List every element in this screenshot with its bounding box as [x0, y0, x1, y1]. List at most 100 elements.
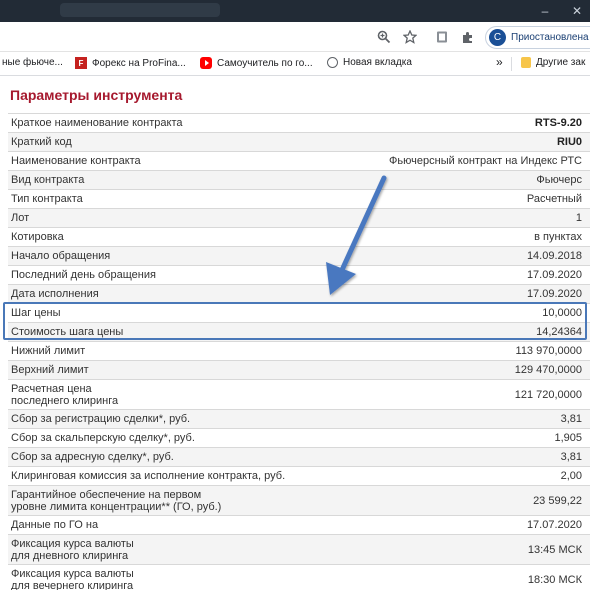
parameter-label: Наименование контракта	[11, 155, 141, 167]
bookmarks-bar: ные фьюче... F Форекс на ProFina... Само…	[0, 52, 590, 76]
parameter-label: Фиксация курса валюты для дневного клири…	[11, 537, 134, 562]
parameter-label: Краткий код	[11, 136, 72, 148]
parameter-value: 17.07.2020	[526, 519, 582, 531]
parameter-label: Фиксация курса валюты для вечернего клир…	[11, 567, 134, 590]
table-row: Краткое наименование контракта RTS-9.20	[8, 113, 590, 132]
table-row: Вид контракта Фьючерс	[8, 170, 590, 189]
extensions-icon[interactable]	[459, 28, 477, 46]
table-row: Клиринговая комиссия за исполнение контр…	[8, 466, 590, 485]
parameter-value: 121 720,0000	[514, 388, 582, 401]
table-row: Тип контракта Расчетный	[8, 189, 590, 208]
parameter-label: Данные по ГО на	[11, 519, 99, 531]
parameter-value: 13:45 МСК	[527, 543, 582, 556]
parameter-value: 1,905	[554, 432, 582, 444]
profinance-icon: F	[75, 57, 87, 69]
parameter-label: Верхний лимит	[11, 364, 89, 376]
parameter-label: Сбор за скальперскую сделку*, руб.	[11, 432, 195, 444]
parameters-table: Краткое наименование контракта RTS-9.20 Кр…	[8, 113, 590, 590]
parameter-value: RIU0	[556, 136, 582, 148]
parameter-value: 129 470,0000	[514, 364, 582, 376]
table-row: Дата исполнения 17.09.2020	[8, 284, 590, 303]
parameter-label: Вид контракта	[11, 174, 85, 186]
bookmark-label: Форекс на ProFina...	[92, 57, 186, 69]
parameter-label: Сбор за адресную сделку*, руб.	[11, 451, 174, 463]
table-row: Шаг цены 10,0000	[8, 303, 590, 322]
browser-toolbar: С Приостановлена	[0, 22, 590, 52]
parameter-label: Краткое наименование контракта	[11, 117, 183, 129]
table-row: Гарантийное обеспечение на первом уровне…	[8, 485, 590, 515]
parameter-value: 14,24364	[536, 326, 582, 338]
parameter-value: 3,81	[560, 451, 582, 463]
table-row: Данные по ГО на 17.07.2020	[8, 515, 590, 534]
parameter-label: Котировка	[11, 231, 64, 243]
parameter-value: 2,00	[560, 470, 582, 482]
bookmark-label: Самоучитель по го...	[217, 57, 313, 69]
parameter-label: Тип контракта	[11, 193, 83, 205]
blurred-tab-area	[60, 3, 220, 17]
table-row: Фиксация курса валюты для вечернего клир…	[8, 564, 590, 590]
table-row: Стоимость шага цены 14,24364	[8, 322, 590, 341]
parameter-value: 10,0000	[542, 307, 582, 319]
page-title: Параметры инструмента	[10, 87, 183, 103]
table-row: Расчетная цена последнего клиринга 121 72…	[8, 379, 590, 409]
divider	[511, 57, 512, 71]
bookmarks-more-button[interactable]: »	[496, 55, 503, 69]
parameter-label: Клиринговая комиссия за исполнение контр…	[11, 470, 286, 482]
parameter-value: 17.09.2020	[526, 288, 582, 300]
parameter-value: RTS-9.20	[534, 117, 582, 129]
bookmark-label: Новая вкладка	[343, 57, 412, 68]
zoom-icon[interactable]	[375, 28, 393, 46]
table-row: Нижний лимит 113 970,0000	[8, 341, 590, 360]
parameter-label: Стоимость шага цены	[11, 326, 124, 338]
parameter-value: 23 599,22	[533, 494, 582, 507]
table-row: Сбор за регистрацию сделки*, руб. 3,81	[8, 409, 590, 428]
minimize-button[interactable]: –	[530, 0, 560, 22]
globe-icon	[327, 57, 338, 68]
avatar: С	[489, 29, 506, 46]
parameter-label: Шаг цены	[11, 307, 61, 319]
parameter-value: Фьючерс	[536, 174, 582, 186]
reading-list-icon[interactable]	[433, 28, 451, 46]
table-row: Верхний лимит 129 470,0000	[8, 360, 590, 379]
table-row: Котировка в пунктах	[8, 227, 590, 246]
table-row: Фиксация курса валюты для дневного клири…	[8, 534, 590, 564]
parameter-value: Расчетный	[526, 193, 582, 205]
parameter-label: Последний день обращения	[11, 269, 156, 281]
profile-status-label: Приостановлена	[511, 32, 589, 43]
table-row: Краткий код RIU0	[8, 132, 590, 151]
parameter-value: Фьючерсный контракт на Индекс РТС	[389, 155, 582, 167]
parameter-label: Лот	[11, 212, 30, 224]
parameter-value: в пунктах	[534, 231, 582, 243]
parameter-value: 18:30 МСК	[527, 573, 582, 586]
bookmark-item[interactable]: Новая вкладка	[327, 57, 412, 68]
parameter-value: 17.09.2020	[526, 269, 582, 281]
parameter-value: 14.09.2018	[526, 250, 582, 262]
table-row: Лот 1	[8, 208, 590, 227]
browser-title-bar: – ✕	[0, 0, 590, 22]
table-row: Сбор за скальперскую сделку*, руб. 1,905	[8, 428, 590, 447]
bookmark-label: Другие зак	[536, 57, 586, 68]
table-row: Сбор за адресную сделку*, руб. 3,81	[8, 447, 590, 466]
bookmark-item[interactable]: ные фьюче...	[2, 57, 63, 68]
folder-icon	[521, 57, 531, 68]
bookmark-item[interactable]: Самоучитель по го...	[200, 57, 313, 69]
parameter-label: Сбор за регистрацию сделки*, руб.	[11, 413, 191, 425]
parameter-label: Дата исполнения	[11, 288, 99, 300]
youtube-icon	[200, 57, 212, 69]
bookmark-item[interactable]: F Форекс на ProFina...	[75, 57, 186, 69]
table-row: Наименование контракта Фьючерсный контрак…	[8, 151, 590, 170]
other-bookmarks-folder[interactable]: Другие зак	[521, 57, 585, 68]
parameter-label: Расчетная цена последнего клиринга	[11, 382, 119, 407]
parameter-label: Начало обращения	[11, 250, 111, 262]
parameter-label: Гарантийное обеспечение на первом уровне…	[11, 488, 222, 513]
bookmark-label: ные фьюче...	[2, 57, 63, 68]
parameter-value: 113 970,0000	[515, 345, 582, 357]
parameter-value: 1	[575, 212, 582, 224]
profile-sync-button[interactable]: С Приостановлена	[485, 26, 590, 49]
table-row: Последний день обращения 17.09.2020	[8, 265, 590, 284]
close-button[interactable]: ✕	[562, 0, 590, 22]
star-bookmark-icon[interactable]	[401, 28, 419, 46]
table-row: Начало обращения 14.09.2018	[8, 246, 590, 265]
parameter-label: Нижний лимит	[11, 345, 86, 357]
parameter-value: 3,81	[560, 413, 582, 425]
